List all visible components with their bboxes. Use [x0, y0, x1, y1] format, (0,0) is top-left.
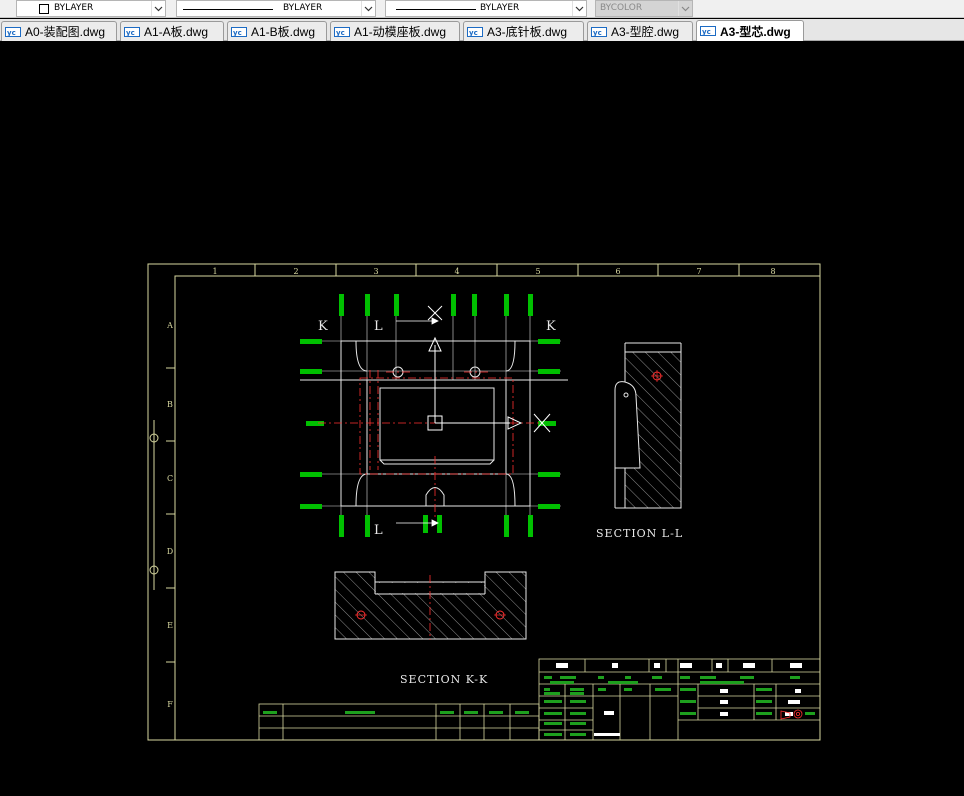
revision-table	[258, 703, 540, 741]
grid-row-labels: A B C D E F	[166, 321, 173, 709]
cut-label-k-right: K	[546, 319, 556, 334]
properties-toolbar: BYLAYER BYLAYER BYLAYER BYCOLOR	[0, 0, 964, 18]
dwg-file-icon: yc	[334, 26, 350, 37]
centerlines	[318, 370, 540, 520]
dropdown-arrow-icon[interactable]	[151, 1, 165, 16]
tab-a3-ejector-bottom-plate[interactable]: yc A3-底针板.dwg	[463, 21, 584, 41]
dwg-file-icon: yc	[591, 26, 607, 37]
tab-label: A1-A板.dwg	[144, 25, 209, 39]
section-arrows	[396, 317, 439, 527]
section-ll-view: SECTION L-L	[596, 342, 683, 540]
tab-a0-assembly[interactable]: yc A0-装配图.dwg	[1, 21, 117, 41]
grid-col-label: 7	[696, 267, 701, 276]
svg-text:yc: yc	[469, 29, 478, 37]
dropdown-arrow-icon[interactable]	[572, 1, 586, 16]
grid-row-label: E	[167, 621, 173, 630]
color-dropdown[interactable]: BYLAYER	[16, 0, 166, 17]
lineweight-value: BYLAYER	[480, 3, 520, 13]
grid-column-labels: 1 2 3 4 5 6 7 8	[212, 267, 775, 276]
tab-a1-moving-clamp-plate[interactable]: yc A1-动模座板.dwg	[330, 21, 460, 41]
file-tabs-bar: yc A0-装配图.dwg yc A1-A板.dwg yc A1-B板.dwg …	[0, 19, 964, 41]
grid-row-label: B	[167, 400, 173, 409]
tab-label: A3-型腔.dwg	[611, 25, 680, 39]
grid-col-label: 8	[770, 267, 775, 276]
core-outline	[300, 340, 568, 507]
tab-label: A3-底针板.dwg	[487, 25, 568, 39]
color-swatch	[39, 4, 49, 14]
svg-text:yc: yc	[593, 29, 602, 37]
grid-col-label: 3	[373, 267, 378, 276]
tab-a3-cavity[interactable]: yc A3-型腔.dwg	[587, 21, 693, 41]
plotstyle-value: BYCOLOR	[600, 3, 643, 13]
section-ll-title: SECTION L-L	[596, 527, 683, 540]
section-cut-labels: K L K L	[318, 319, 556, 538]
svg-text:yc: yc	[126, 29, 135, 37]
lineweight-preview	[396, 9, 476, 10]
title-block-text-green	[544, 676, 815, 736]
ucs-icon	[427, 305, 551, 433]
plan-view: K L K L	[300, 294, 568, 538]
title-block	[538, 658, 821, 741]
dwg-file-icon: yc	[5, 26, 21, 37]
grid-row-label: A	[166, 321, 173, 330]
dwg-file-icon: yc	[700, 26, 716, 36]
svg-text:yc: yc	[7, 29, 16, 37]
plotstyle-dropdown: BYCOLOR	[595, 0, 693, 17]
color-value: BYLAYER	[54, 3, 94, 13]
section-kk-view: SECTION K-K	[334, 571, 527, 686]
dropdown-arrow-icon	[678, 1, 692, 16]
cut-label-k-left: K	[318, 319, 328, 334]
dwg-file-icon: yc	[231, 26, 247, 37]
grid-col-label: 2	[293, 267, 298, 276]
svg-text:yc: yc	[233, 29, 242, 37]
linetype-preview	[183, 9, 273, 10]
section-kk-title: SECTION K-K	[400, 673, 488, 686]
grid-row-label: D	[167, 547, 173, 556]
dropdown-arrow-icon[interactable]	[361, 1, 375, 16]
grid-col-label: 4	[454, 267, 459, 276]
grid-row-label: F	[167, 700, 173, 709]
lineweight-dropdown[interactable]: BYLAYER	[385, 0, 587, 17]
cut-label-l-top: L	[374, 319, 383, 334]
tab-label: A1-动模座板.dwg	[354, 25, 447, 39]
dwg-file-icon: yc	[467, 26, 483, 37]
tab-a1-a-plate[interactable]: yc A1-A板.dwg	[120, 21, 224, 41]
grid-col-label: 6	[615, 267, 620, 276]
svg-text:yc: yc	[702, 28, 711, 36]
svg-text:yc: yc	[336, 29, 345, 37]
tab-label: A1-B板.dwg	[251, 25, 316, 39]
drawing-canvas[interactable]: 1 2 3 4 5 6 7 8 A B C D E F K L K L SECT…	[0, 41, 964, 796]
grid-col-label: 5	[535, 267, 540, 276]
dwg-file-icon: yc	[124, 26, 140, 37]
grid-col-label: 1	[212, 267, 217, 276]
tab-label: A3-型芯.dwg	[720, 24, 791, 39]
tab-a3-core[interactable]: yc A3-型芯.dwg	[696, 20, 804, 41]
grid-row-label: C	[167, 474, 173, 483]
linetype-dropdown[interactable]: BYLAYER	[176, 0, 376, 17]
revision-table-text	[263, 711, 529, 714]
cad-application-window: BYLAYER BYLAYER BYLAYER BYCOLOR yc A0-装配…	[0, 0, 964, 796]
drawing-svg: 1 2 3 4 5 6 7 8 A B C D E F K L K L SECT…	[147, 263, 821, 741]
linetype-value: BYLAYER	[283, 3, 323, 13]
tab-a1-b-plate[interactable]: yc A1-B板.dwg	[227, 21, 327, 41]
cut-label-l-bottom: L	[374, 523, 383, 538]
tab-label: A0-装配图.dwg	[25, 25, 106, 39]
drawing-frame	[147, 263, 821, 741]
